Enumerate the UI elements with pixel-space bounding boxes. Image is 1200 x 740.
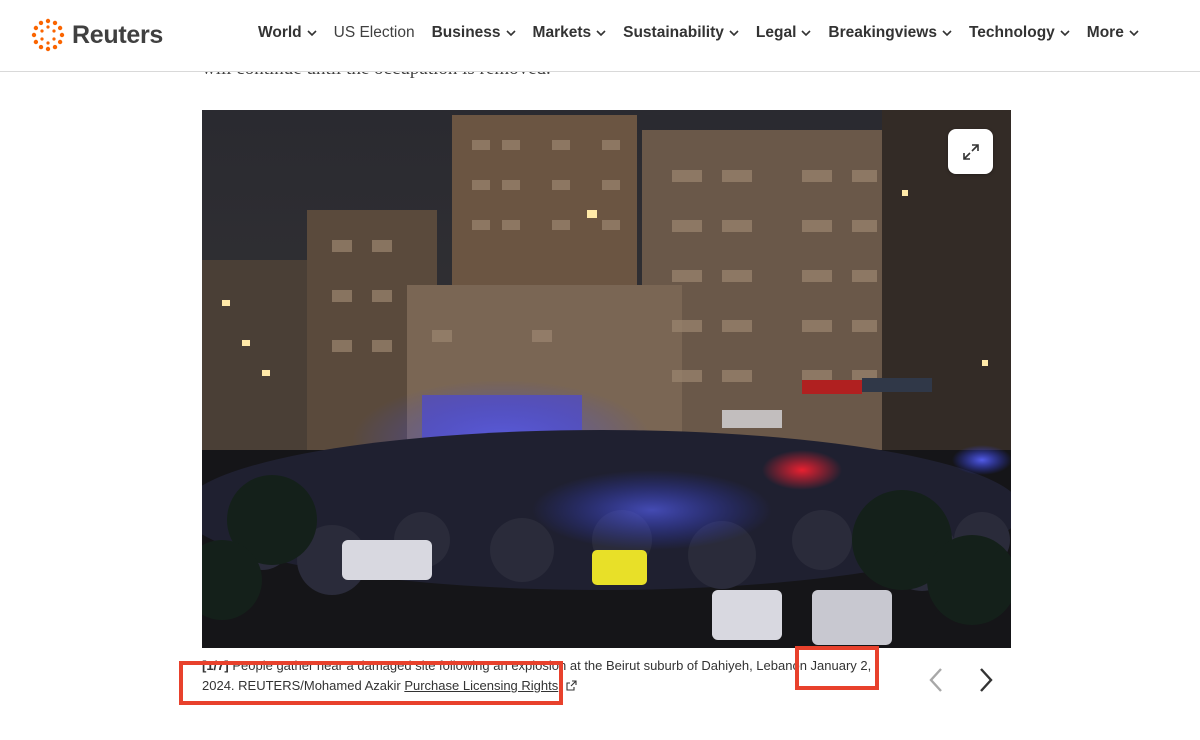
nav-item-markets[interactable]: Markets	[533, 24, 607, 42]
nav-item-label: World	[258, 24, 302, 41]
night-street-photo	[202, 110, 1011, 648]
chevron-down-icon	[942, 30, 952, 37]
nav-item-label: US Election	[333, 24, 415, 41]
gallery-photo[interactable]	[202, 110, 1011, 648]
caption-counter: [1/7]	[202, 658, 229, 673]
nav-item-technology[interactable]: Technology	[969, 24, 1070, 42]
chevron-down-icon	[505, 30, 516, 37]
nav-item-label: Breakingviews	[828, 24, 937, 41]
chevron-down-icon	[1060, 30, 1070, 37]
nav-item-us-election[interactable]: US Election	[334, 24, 415, 42]
nav-item-label: Sustainability	[623, 24, 724, 41]
photo-caption: [1/7] People gather near a damaged site …	[202, 656, 882, 696]
purchase-licensing-link[interactable]: Purchase Licensing Rights	[404, 678, 558, 693]
gallery-prev-button[interactable]	[922, 664, 950, 696]
chevron-left-icon	[929, 668, 942, 692]
reuters-logo[interactable]: Reuters	[30, 16, 163, 54]
nav-item-sustainability[interactable]: Sustainability	[623, 24, 739, 42]
external-link-icon[interactable]	[566, 680, 577, 691]
gallery-next-button[interactable]	[972, 664, 1000, 696]
site-header: Reuters World US Election Business Marke…	[0, 0, 1200, 72]
chevron-right-icon	[980, 668, 993, 692]
nav-item-more[interactable]: More	[1087, 24, 1139, 42]
chevron-down-icon	[596, 30, 606, 37]
nav-item-label: Markets	[532, 24, 592, 41]
nav-item-label: Technology	[968, 24, 1055, 41]
nav-item-legal[interactable]: Legal	[756, 24, 811, 42]
nav-item-label: Legal	[755, 24, 797, 41]
expand-button[interactable]	[948, 129, 993, 174]
expand-icon	[962, 143, 979, 160]
nav-item-business[interactable]: Business	[432, 24, 516, 42]
reuters-logo-icon	[31, 18, 65, 52]
chevron-down-icon	[729, 30, 739, 37]
nav-item-label: More	[1086, 24, 1124, 41]
chevron-down-icon	[307, 30, 317, 37]
main-nav: World US Election Business Markets Susta…	[258, 24, 1156, 42]
nav-item-label: Business	[431, 24, 501, 41]
nav-item-breakingviews[interactable]: Breakingviews	[828, 24, 952, 42]
chevron-down-icon	[801, 30, 811, 37]
brand-name: Reuters	[72, 20, 163, 49]
chevron-down-icon	[1129, 30, 1139, 37]
nav-item-world[interactable]: World	[258, 24, 317, 42]
